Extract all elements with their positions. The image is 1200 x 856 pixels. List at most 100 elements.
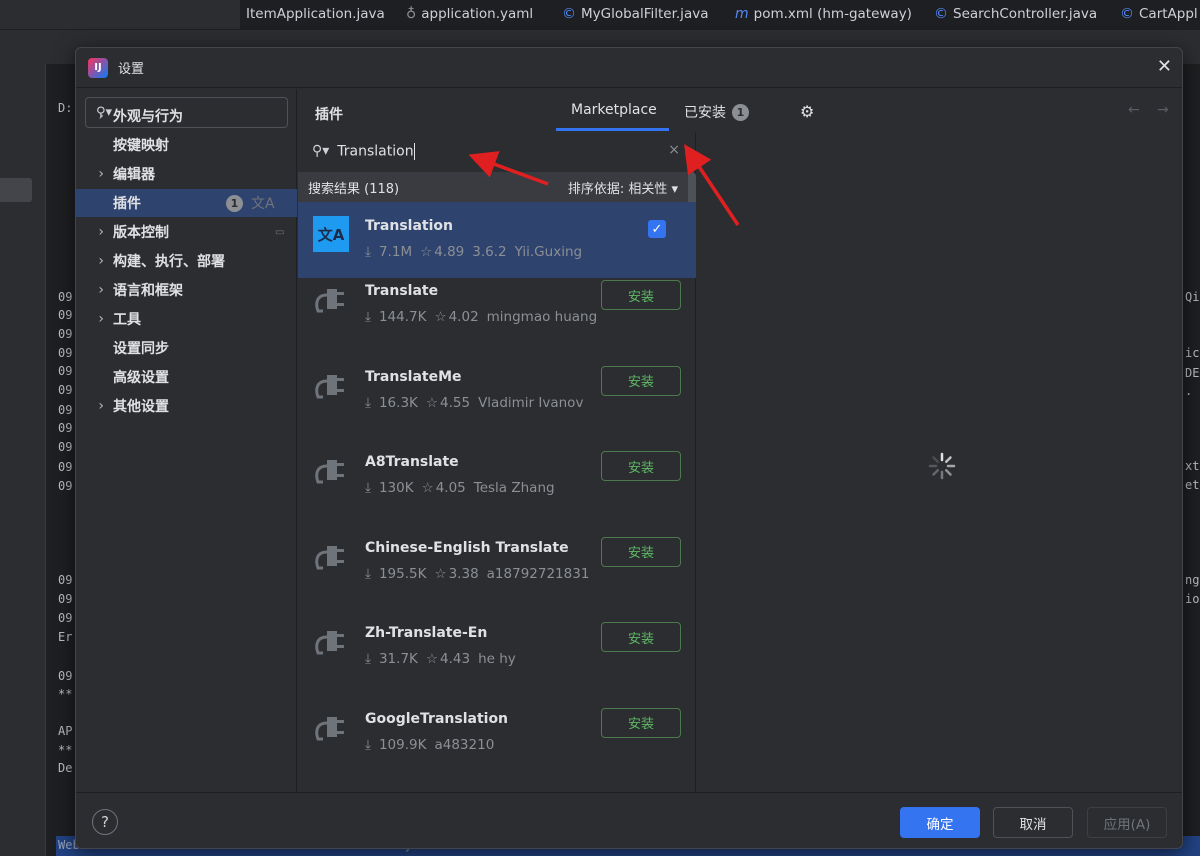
plugin-list-item[interactable]: GoogleTranslation ⤓ 109.9K a483210 安装 [298, 707, 696, 783]
download-icon: ⤓ [365, 480, 371, 496]
sidebar-item[interactable]: › 版本控制 ▭ [76, 218, 297, 246]
log-line: 09 [58, 592, 73, 606]
chevron-right-icon: › [98, 282, 104, 298]
editor-tab[interactable]: © SearchController.java [934, 6, 1097, 22]
install-button[interactable]: 安装 [601, 280, 681, 310]
sidebar-item[interactable]: › 编辑器 [76, 160, 297, 188]
plugin-name: Translation [365, 218, 453, 234]
sidebar-item-label: 工具 [113, 312, 141, 328]
translate-icon: 文A [251, 196, 275, 212]
log-line: 09 [58, 308, 73, 322]
plugin-list-item[interactable]: 文A Translation ⤓ 7.1M ☆ 4.89 3.6.2 Yii.Guxing ✓ [298, 202, 696, 278]
chevron-right-icon: › [98, 224, 104, 240]
plugin-list-item[interactable]: Chinese-English Translate ⤓ 195.5K ☆ 3.38 a18… [298, 536, 696, 612]
sidebar-item[interactable]: › 其他设置 [76, 392, 297, 420]
install-button[interactable]: 安装 [601, 707, 681, 738]
ok-button[interactable]: 确定 [900, 807, 980, 838]
sort-dropdown[interactable]: 排序依据: 相关性 ▾ [568, 178, 678, 197]
sidebar-badge: 1 [226, 194, 243, 212]
plugin-plug-icon [315, 374, 344, 398]
download-icon: ⤓ [365, 394, 371, 411]
log-line: 09 [58, 383, 73, 397]
sidebar-item-label: 按键映射 [113, 138, 169, 154]
sidebar-item[interactable]: › 构建、执行、部署 [76, 247, 297, 275]
clear-search-icon[interactable]: × [668, 142, 680, 158]
plugin-plug-icon [315, 289, 344, 313]
sidebar-item[interactable]: 高级设置 [76, 363, 297, 391]
install-button[interactable]: 安装 [601, 451, 681, 481]
star-icon: ☆ [420, 244, 433, 260]
sidebar-item[interactable]: 按键映射 [76, 131, 297, 159]
plugin-list-item[interactable]: Translate ⤓ 144.7K ☆ 4.02 mingmao huang 安装 [298, 279, 696, 355]
settings-dialog: IJ 设置 ✕ ⚲▾ › 外观与行为 按键映射 › 编辑器 插件 1 文A › 版本控制 ▭ › 构建、… [75, 47, 1183, 849]
forward-arrow-icon[interactable]: → [1157, 102, 1169, 118]
plugin-list-item[interactable]: A8Translate ⤓ 130K ☆ 4.05 Tesla Zhang 安装 [298, 450, 696, 526]
log-line: Er [58, 630, 73, 644]
plugin-plug-icon [315, 716, 344, 740]
close-icon[interactable]: ✕ [1157, 56, 1172, 77]
settings-sidebar: ⚲▾ › 外观与行为 按键映射 › 编辑器 插件 1 文A › 版本控制 ▭ › 构建、执行、部署 › 语言… [76, 89, 297, 792]
sidebar-item-label: 插件 [113, 196, 141, 212]
sidebar-item-label: 编辑器 [113, 167, 155, 183]
plugin-name: A8Translate [365, 454, 459, 470]
rating: 4.89 [434, 244, 465, 260]
sidebar-item[interactable]: › 外观与行为 [76, 102, 297, 130]
download-icon: ⤓ [365, 244, 371, 260]
editor-tab[interactable]: ItemApplication.java [246, 6, 385, 22]
star-icon: ☆ [425, 394, 438, 411]
cancel-button[interactable]: 取消 [993, 807, 1073, 838]
rating: 4.02 [448, 309, 479, 325]
tab-installed[interactable]: 已安装 1 [684, 102, 749, 122]
sidebar-item[interactable]: › 语言和框架 [76, 276, 297, 304]
rating: 4.43 [440, 651, 471, 667]
plugin-search-input[interactable]: ⚲▾ Translation × [298, 132, 696, 170]
tool-window-button[interactable] [0, 178, 32, 202]
log-line: 09 [58, 403, 73, 417]
sidebar-item[interactable]: 设置同步 [76, 334, 297, 362]
plugin-list-panel: ⚲▾ Translation × 搜索结果 (118) 排序依据: 相关性 ▾ … [298, 132, 696, 792]
log-line: 09 [58, 440, 73, 454]
editor-tab-bar: ItemApplication.java ♁ application.yaml ©… [0, 0, 1200, 30]
author: a483210 [434, 736, 495, 753]
editor-tab[interactable]: m pom.xml (hm-gateway) [735, 6, 912, 22]
help-button[interactable]: ? [92, 809, 118, 835]
enabled-checkbox[interactable]: ✓ [648, 220, 666, 238]
plugin-name: Chinese-English Translate [365, 539, 569, 556]
star-icon: ☆ [421, 480, 434, 496]
results-count: 搜索结果 (118) [308, 181, 400, 197]
rating: 4.05 [435, 480, 466, 496]
author: Tesla Zhang [473, 480, 555, 496]
author: he hy [478, 651, 516, 667]
search-value: Translation [337, 143, 414, 159]
author: mingmao huang [486, 309, 598, 325]
sidebar-item[interactable]: › 工具 [76, 305, 297, 333]
plugin-name: Translate [365, 283, 439, 299]
editor-tab[interactable]: © CartAppl [1120, 6, 1198, 22]
installed-count-badge: 1 [732, 103, 749, 121]
sidebar-item-label: 高级设置 [113, 370, 169, 386]
gear-icon[interactable]: ⚙ [800, 102, 814, 121]
project-scope-icon: ▭ [275, 226, 285, 238]
install-button[interactable]: 安装 [601, 365, 681, 396]
log-line: D: [58, 101, 73, 115]
sidebar-item-label: 其他设置 [113, 399, 169, 415]
plugin-list-item[interactable]: TranslateMe ⤓ 16.3K ☆ 4.55 Vladimir Ivanov 安装 [298, 365, 696, 441]
log-line: AP [58, 724, 73, 738]
sidebar-item-label: 版本控制 [113, 225, 169, 241]
apply-button[interactable]: 应用(A) [1087, 807, 1167, 838]
dialog-footer: ? 确定 取消 应用(A) [76, 792, 1182, 848]
sidebar-item-label: 构建、执行、部署 [113, 254, 225, 270]
tab-marketplace[interactable]: Marketplace [571, 102, 657, 118]
back-arrow-icon[interactable]: ← [1128, 102, 1140, 118]
install-button[interactable]: 安装 [601, 536, 681, 567]
sidebar-item[interactable]: 插件 1 文A [76, 189, 297, 217]
plugin-plug-icon [315, 460, 344, 484]
author: Vladimir Ivanov [478, 394, 584, 411]
plugin-plug-icon [315, 545, 344, 569]
editor-tab[interactable]: © MyGlobalFilter.java [562, 6, 708, 22]
intellij-logo-icon: IJ [88, 57, 108, 78]
install-button[interactable]: 安装 [601, 622, 681, 652]
java-class-icon: © [934, 6, 948, 22]
plugin-list-item[interactable]: Zh-Translate-En ⤓ 31.7K ☆ 4.43 he hy 安装 [298, 621, 696, 697]
editor-tab[interactable]: ♁ application.yaml [406, 6, 533, 22]
